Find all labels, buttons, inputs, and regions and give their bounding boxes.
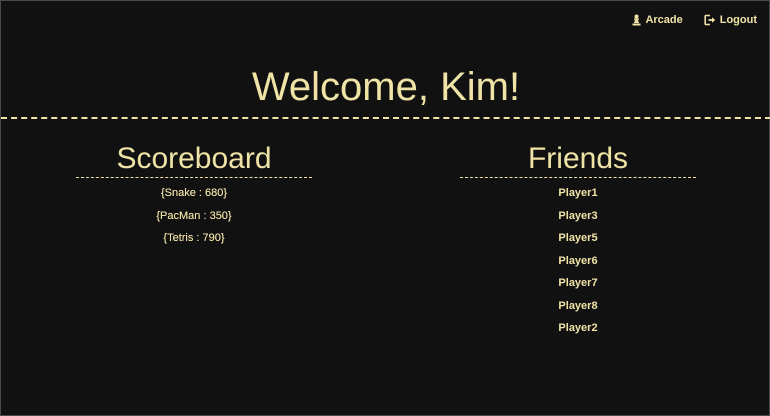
scoreboard-list: {Snake : 680} {PacMan : 350} {Tetris : 7… (76, 182, 312, 250)
friend-item[interactable]: Player6 (460, 250, 696, 273)
friend-item[interactable]: Player8 (460, 295, 696, 318)
scoreboard-section: Scoreboard {Snake : 680} {PacMan : 350} … (76, 141, 312, 250)
friends-section: Friends Player1 Player3 Player5 Player6 … (460, 141, 696, 340)
welcome-heading: Welcome, Kim! (251, 65, 521, 109)
friend-item[interactable]: Player2 (460, 317, 696, 340)
header-divider (1, 117, 770, 119)
score-entry: {Snake : 680} (160, 187, 228, 199)
logout-icon (704, 14, 717, 26)
arcade-label: Arcade (645, 14, 683, 26)
friend-item[interactable]: Player3 (460, 205, 696, 228)
app-window: Arcade Logout Welcome, Kim! Scoreboard {… (0, 0, 770, 416)
logout-label: Logout (719, 14, 757, 26)
friend-item[interactable]: Player1 (460, 182, 696, 205)
score-entry: {PacMan : 350} (156, 209, 232, 222)
arcade-link[interactable]: Arcade (631, 14, 683, 26)
scoreboard-title: Scoreboard (76, 141, 312, 178)
logout-link[interactable]: Logout (704, 14, 757, 26)
chess-pawn-icon (631, 14, 642, 26)
friend-item[interactable]: Player7 (460, 272, 696, 295)
score-entry: {Tetris : 790} (163, 232, 225, 244)
friends-title: Friends (460, 141, 696, 178)
top-nav: Arcade Logout (631, 14, 757, 26)
friend-item[interactable]: Player5 (460, 227, 696, 250)
friends-list: Player1 Player3 Player5 Player6 Player7 … (460, 182, 696, 340)
